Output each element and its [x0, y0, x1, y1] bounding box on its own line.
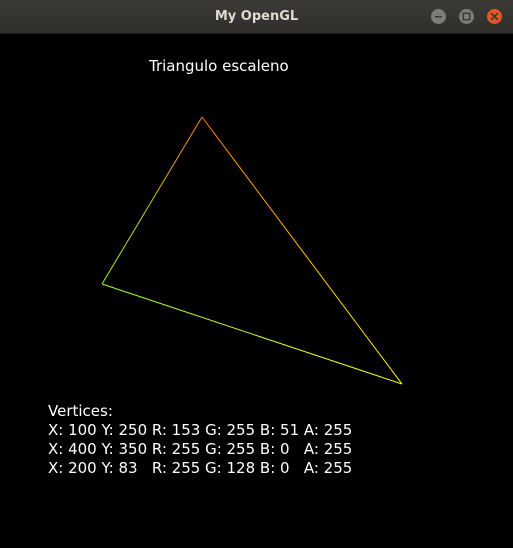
close-button[interactable]: [487, 9, 502, 24]
triangle-edge-right: [201, 116, 403, 385]
vertex-line: X: 200 Y: 83 R: 255 G: 128 B: 0 A: 255: [48, 459, 353, 477]
minimize-icon: [435, 16, 442, 18]
minimize-button[interactable]: [431, 9, 446, 24]
vertices-label: Vertices:: [48, 402, 113, 420]
close-icon: [490, 12, 499, 21]
title-bar[interactable]: My OpenGL: [0, 0, 513, 34]
scene-heading: Triangulo escaleno: [149, 57, 289, 75]
vertex-line: X: 400 Y: 350 R: 255 G: 255 B: 0 A: 255: [48, 440, 353, 458]
maximize-button[interactable]: [459, 9, 474, 24]
triangle-edge-left: [101, 116, 203, 285]
opengl-canvas[interactable]: Triangulo escaleno Vertices: X: 100 Y: 2…: [0, 34, 513, 548]
maximize-icon: [462, 12, 471, 21]
vertex-info: Vertices: X: 100 Y: 250 R: 153 G: 255 B:…: [48, 402, 352, 478]
vertex-line: X: 100 Y: 250 R: 153 G: 255 B: 51 A: 255: [48, 421, 353, 439]
triangle-edge-bottom: [101, 283, 403, 385]
app-window: My OpenGL Triangulo escaleno Vertices: X…: [0, 0, 513, 548]
